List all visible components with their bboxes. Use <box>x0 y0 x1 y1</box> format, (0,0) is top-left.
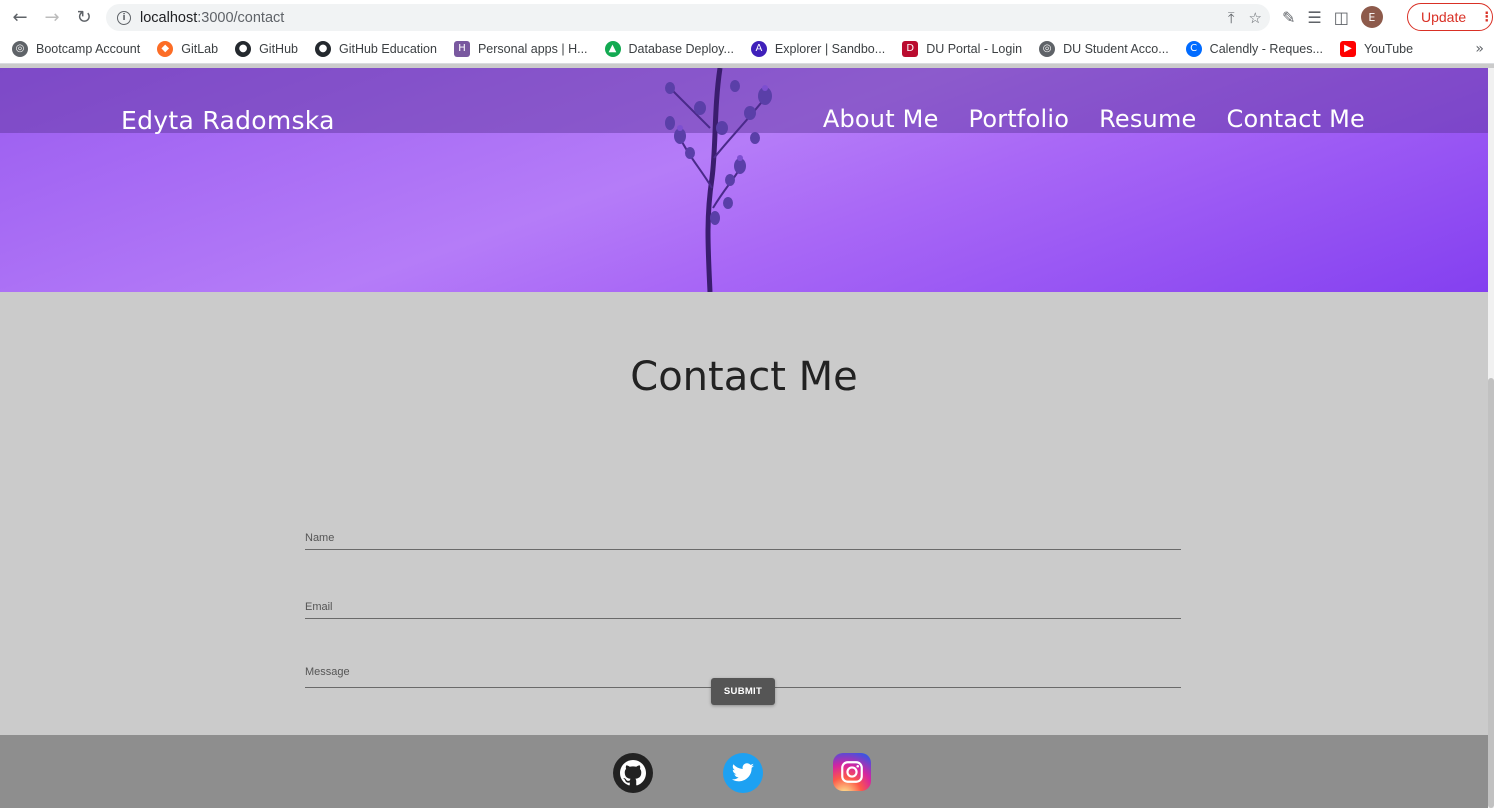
name-input[interactable] <box>305 528 1181 548</box>
bookmark-item[interactable]: H Personal apps | H... <box>453 40 588 57</box>
bookmark-label: Bootcamp Account <box>36 41 141 56</box>
flower-image <box>665 68 772 292</box>
menu-dots-icon: ⋮ <box>1480 9 1494 25</box>
bookmark-label: DU Portal - Login <box>926 41 1023 56</box>
bookmark-item[interactable]: ▶ YouTube <box>1339 40 1414 57</box>
email-field <box>305 597 1181 619</box>
bookmark-item[interactable]: A Explorer | Sandbo... <box>750 40 886 57</box>
bookmark-label: Database Deploy... <box>628 41 734 56</box>
site-nav: About Me Portfolio Resume Contact Me <box>823 105 1365 133</box>
du-icon: D <box>902 40 919 57</box>
bookmark-label: YouTube <box>1363 41 1414 56</box>
forward-icon[interactable]: → <box>36 1 68 33</box>
reload-icon[interactable]: ↻ <box>68 1 100 33</box>
address-bar[interactable]: i localhost:3000/contact ⤒ ☆ <box>106 4 1270 31</box>
email-input[interactable] <box>305 597 1181 617</box>
twitter-icon[interactable] <box>723 753 763 793</box>
gitlab-icon: ◆ <box>157 40 174 57</box>
site-info-icon[interactable]: i <box>117 10 131 25</box>
calendly-icon: C <box>1185 40 1202 57</box>
github-icon[interactable] <box>613 753 653 793</box>
back-icon[interactable]: ← <box>4 1 36 33</box>
bookmark-label: Personal apps | H... <box>477 41 588 56</box>
youtube-icon: ▶ <box>1339 40 1356 57</box>
extensions-icon[interactable]: ✎ <box>1282 8 1295 27</box>
site-brand[interactable]: Edyta Radomska <box>121 106 335 135</box>
bookmark-label: DU Student Acco... <box>1063 41 1169 56</box>
more-bookmarks-icon[interactable]: » <box>1475 41 1484 57</box>
page-viewport: Edyta Radomska About Me Portfolio Resume… <box>0 68 1488 808</box>
instagram-icon[interactable] <box>833 753 871 791</box>
nav-contact-me[interactable]: Contact Me <box>1227 105 1365 133</box>
bookmark-label: GitHub Education <box>338 41 437 56</box>
bookmark-label: Calendly - Reques... <box>1209 41 1323 56</box>
nav-portfolio[interactable]: Portfolio <box>969 105 1070 133</box>
submit-button[interactable]: SUBMIT <box>711 678 775 705</box>
bookmark-item[interactable]: ● GitHub <box>235 40 298 57</box>
bookmark-item[interactable]: ● GitHub Education <box>314 40 437 57</box>
mongodb-icon: ▲ <box>604 40 621 57</box>
url-text: localhost:3000/contact <box>140 9 285 26</box>
footer <box>0 735 1488 808</box>
scrollbar-thumb[interactable] <box>1488 378 1494 808</box>
update-button[interactable]: Update ⋮ <box>1407 3 1493 31</box>
bookmark-item[interactable]: ▲ Database Deploy... <box>604 40 734 57</box>
globe-icon: ◎ <box>12 40 28 57</box>
share-icon[interactable]: ⤒ <box>1228 9 1235 27</box>
bookmarks-bar: ◎ Bootcamp Account ◆ GitLab ● GitHub ● GitHub E… <box>0 34 1494 64</box>
page-scrollbar[interactable] <box>1488 68 1494 808</box>
page-title: Contact Me <box>630 354 858 400</box>
profile-avatar[interactable]: E <box>1360 6 1383 28</box>
bookmark-item[interactable]: ◎ Bootcamp Account <box>12 40 141 57</box>
apollo-icon: A <box>750 40 767 57</box>
name-field <box>305 528 1181 550</box>
bookmark-item[interactable]: C Calendly - Reques... <box>1185 40 1323 57</box>
contact-section: Contact Me SUBMIT <box>0 292 1488 735</box>
bookmark-star-icon[interactable]: ☆ <box>1249 9 1262 27</box>
nav-resume[interactable]: Resume <box>1099 105 1196 133</box>
bookmark-item[interactable]: ◆ GitLab <box>157 40 219 57</box>
globe-icon: ◎ <box>1039 40 1056 57</box>
bookmark-label: GitLab <box>181 41 219 56</box>
hero-banner: Edyta Radomska About Me Portfolio Resume… <box>0 68 1488 292</box>
github-icon: ● <box>235 40 252 57</box>
nav-about-me[interactable]: About Me <box>823 105 939 133</box>
side-panel-icon[interactable]: ◫ <box>1334 8 1349 27</box>
browser-toolbar: ← → ↻ i localhost:3000/contact ⤒ ☆ ✎ ☰ ◫… <box>0 0 1494 34</box>
bookmark-item[interactable]: ◎ DU Student Acco... <box>1039 40 1169 57</box>
media-control-icon[interactable]: ☰ <box>1307 8 1321 27</box>
bookmark-label: Explorer | Sandbo... <box>774 41 886 56</box>
bookmark-item[interactable]: D DU Portal - Login <box>902 40 1023 57</box>
heroku-icon: H <box>453 40 470 57</box>
github-icon: ● <box>314 40 331 57</box>
bookmark-label: GitHub <box>259 41 298 56</box>
